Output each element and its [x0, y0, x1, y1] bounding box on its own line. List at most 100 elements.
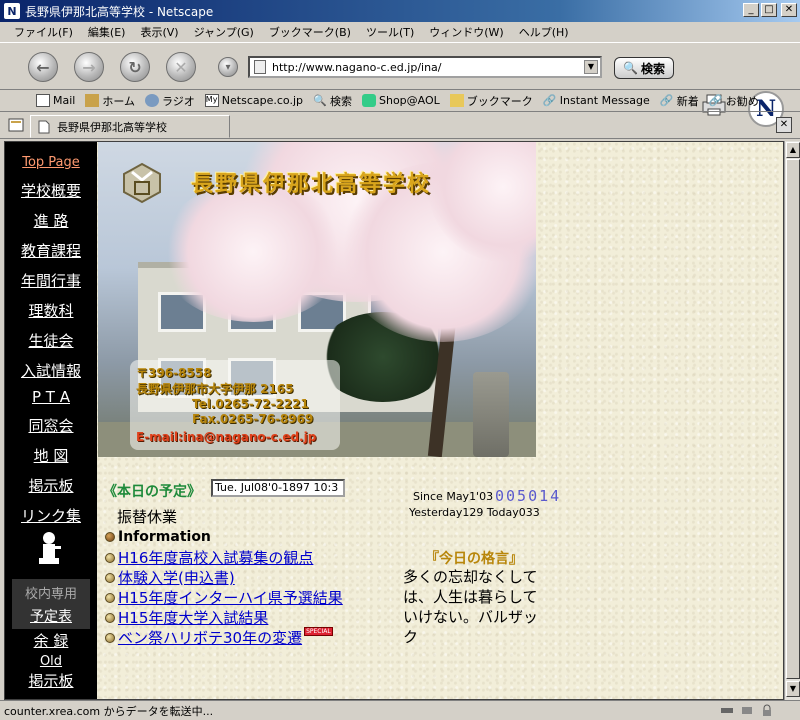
school-title: 長野県伊那北高等学校	[191, 172, 432, 197]
nav-school-overview[interactable]: 学校概要	[5, 180, 97, 201]
info-link-interhigh-results[interactable]: H15年度インターハイ県予選結果	[118, 587, 343, 608]
counter-stats: Yesterday129 Today033	[409, 506, 540, 519]
visitor-counter: 005014	[495, 487, 562, 505]
url-text: http://www.nagano-c.ed.jp/ina/	[272, 60, 442, 74]
scroll-down-button[interactable]: ▼	[786, 681, 800, 697]
toolbar-instant-message[interactable]: 🔗 Instant Message	[543, 94, 650, 107]
forward-button[interactable]: →	[74, 52, 104, 82]
nav-curriculum[interactable]: 教育課程	[5, 240, 97, 261]
menu-view[interactable]: 表示(V)	[140, 24, 178, 40]
menu-help[interactable]: ヘルプ(H)	[519, 24, 569, 40]
nav-schedule[interactable]: 予定表	[12, 606, 90, 626]
menu-file[interactable]: ファイル(F)	[14, 24, 73, 40]
schedule-label: 《本日の予定》	[103, 484, 201, 500]
menu-go[interactable]: ジャンプ(G)	[194, 24, 254, 40]
nav-top-page[interactable]: Top Page	[5, 155, 97, 170]
toolbar-search[interactable]: 🔍 検索	[313, 93, 352, 109]
address-box: 〒396-8558 長野県伊那市大字伊那 2165 Tel.0265-72-22…	[130, 360, 340, 450]
online-status-icon[interactable]	[720, 704, 734, 717]
scrollbar-thumb[interactable]	[786, 159, 800, 679]
info-item: H15年度大学入試結果	[105, 607, 268, 628]
nav-annual-events[interactable]: 年間行事	[5, 270, 97, 291]
tab-label: 長野県伊那北高等学校	[57, 120, 167, 134]
personal-toolbar: Mail ホーム ラジオ My Netscape.co.jp 🔍 検索 Shop@A…	[0, 90, 800, 112]
link-icon: 🔗	[708, 94, 723, 107]
scroll-up-button[interactable]: ▲	[786, 142, 800, 158]
email-link[interactable]: E-mail:ina@nagano-c.ed.jp	[136, 430, 316, 444]
bullet-icon	[105, 592, 115, 603]
schedule-ticker: Tue. Jul08'0-1897 10:3	[211, 479, 345, 497]
my-netscape-icon: My	[204, 94, 219, 107]
url-history-dropdown[interactable]: ▼	[584, 60, 598, 74]
netscape-app-icon: N	[4, 3, 20, 19]
minimize-button[interactable]: _	[743, 3, 759, 17]
page-icon	[254, 60, 266, 74]
folder-icon	[449, 94, 464, 107]
info-link-festival-history[interactable]: ベン祭ハリボテ30年の変遷	[118, 627, 302, 648]
tab-current[interactable]: 長野県伊那北高等学校	[30, 115, 230, 138]
nav-old[interactable]: Old	[5, 654, 97, 669]
link-icon: 🔗	[542, 94, 557, 107]
info-link-university-results[interactable]: H15年度大学入試結果	[118, 607, 268, 628]
maximize-button[interactable]: □	[761, 3, 777, 17]
security-lock-icon[interactable]	[760, 704, 774, 717]
toolbar-netscape-co-jp[interactable]: My Netscape.co.jp	[204, 94, 303, 107]
print-status-icon	[742, 707, 752, 714]
left-navigation: Top Page 学校概要 進 路 教育課程 年間行事 理数科 生徒会 入試情報…	[5, 142, 97, 699]
nav-yoroku[interactable]: 余 録	[5, 630, 97, 651]
telephone: Tel.0265-72-2221	[192, 397, 309, 411]
nav-career[interactable]: 進 路	[5, 210, 97, 231]
url-dropdown-button[interactable]: ▾	[218, 57, 238, 77]
bullet-icon	[105, 632, 115, 643]
bullet-icon	[105, 612, 115, 623]
stone-lantern	[473, 372, 509, 457]
special-badge: SPECIAL	[304, 627, 333, 636]
window-title: 長野県伊那北高等学校 - Netscape	[25, 4, 214, 19]
nav-old-bulletin-board[interactable]: 掲示板	[5, 670, 97, 691]
staff-only-section: 校内専用 予定表	[12, 579, 90, 629]
motto-text: 多くの忘却なくしては、人生は暮らしていけない。バルザック	[403, 568, 539, 646]
information-header: Information	[105, 529, 211, 545]
nav-alumni[interactable]: 同窓会	[5, 415, 97, 436]
street-address: 長野県伊那市大字伊那 2165	[136, 382, 294, 396]
nav-admissions[interactable]: 入試情報	[5, 360, 97, 381]
toolbar-shop-aol[interactable]: Shop@AOL	[362, 94, 440, 107]
nav-science-course[interactable]: 理数科	[5, 300, 97, 321]
menu-edit[interactable]: 編集(E)	[88, 24, 126, 40]
toolbar-new[interactable]: 🔗 新着	[660, 93, 699, 109]
menu-bookmarks[interactable]: ブックマーク(B)	[269, 24, 351, 40]
close-tab-button[interactable]: ✕	[776, 117, 792, 133]
nav-student-council[interactable]: 生徒会	[5, 330, 97, 351]
school-emblem-icon	[123, 162, 161, 204]
search-button[interactable]: 🔍 検索	[614, 57, 674, 79]
url-input[interactable]: http://www.nagano-c.ed.jp/ina/ ▼	[248, 56, 602, 78]
close-window-button[interactable]: ✕	[781, 3, 797, 17]
info-link-trial-admission[interactable]: 体験入学(申込書)	[118, 567, 235, 588]
motto-header: 『今日の格言』	[425, 551, 523, 567]
vertical-scrollbar[interactable]: ▲ ▼	[784, 141, 800, 700]
toolbar-home[interactable]: ホーム	[85, 93, 135, 109]
toolbar-recommended[interactable]: 🔗 お勧め	[709, 93, 759, 109]
menu-window[interactable]: ウィンドウ(W)	[429, 24, 503, 40]
back-button[interactable]: ←	[28, 52, 58, 82]
status-text: counter.xrea.com からデータを転送中...	[4, 704, 214, 718]
nav-map[interactable]: 地 図	[5, 445, 97, 466]
search-icon: 🔍	[623, 61, 638, 75]
stop-button[interactable]: ✕	[166, 52, 196, 82]
nav-links[interactable]: リンク集	[5, 505, 97, 526]
nav-pta[interactable]: P T A	[5, 388, 97, 406]
staff-only-label: 校内専用	[24, 587, 77, 602]
info-item: H15年度インターハイ県予選結果	[105, 587, 343, 608]
toolbar-mail[interactable]: Mail	[36, 94, 75, 107]
menu-tools[interactable]: ツール(T)	[366, 24, 414, 40]
toolbar-bookmarks[interactable]: ブックマーク	[449, 93, 533, 109]
info-item: 体験入学(申込書)	[105, 567, 235, 588]
toolbar-radio[interactable]: ラジオ	[145, 93, 195, 109]
info-link-admission-criteria[interactable]: H16年度高校入試募集の観点	[118, 547, 313, 568]
reload-button[interactable]: ↻	[120, 52, 150, 82]
info-item: ベン祭ハリボテ30年の変遷 SPECIAL	[105, 627, 333, 648]
nav-bulletin-board[interactable]: 掲示板	[5, 475, 97, 496]
page-content: Top Page 学校概要 進 路 教育課程 年間行事 理数科 生徒会 入試情報…	[4, 141, 784, 700]
title-bar: N 長野県伊那北高等学校 - Netscape _ □ ✕	[0, 0, 800, 22]
tab-bar: 長野県伊那北高等学校	[0, 113, 800, 139]
